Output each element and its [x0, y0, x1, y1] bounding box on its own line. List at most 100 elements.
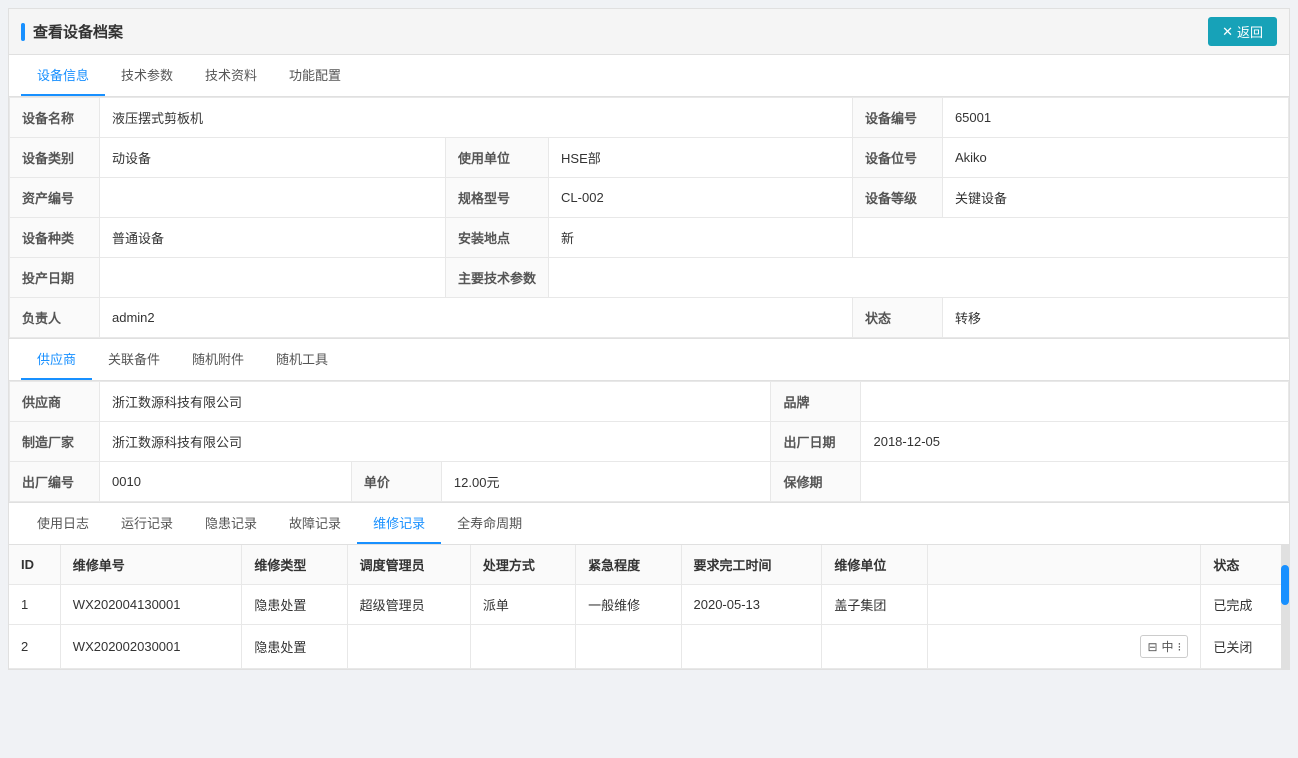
table-row: 出厂编号 0010 单价 12.00元 保修期 — [10, 462, 1289, 502]
table-row: 1 WX202004130001 隐患处置 超级管理员 派单 一般维修 2020… — [9, 585, 1289, 625]
tab-related-parts[interactable]: 关联备件 — [92, 339, 176, 380]
install-location-value: 新 — [549, 218, 853, 258]
row1-urgency: 一般维修 — [576, 585, 681, 625]
warranty-label: 保修期 — [771, 462, 861, 502]
use-unit-value: HSE部 — [549, 138, 853, 178]
device-pos-value: Akiko — [942, 138, 1288, 178]
device-code-value: 65001 — [942, 98, 1288, 138]
tab-func-config[interactable]: 功能配置 — [273, 55, 357, 96]
row1-status: 已完成 — [1201, 585, 1289, 625]
table-row: 设备种类 普通设备 安装地点 新 — [10, 218, 1289, 258]
main-tab-bar: 设备信息 技术参数 技术资料 功能配置 — [9, 55, 1289, 97]
col-order-no: 维修单号 — [60, 545, 242, 585]
tab-device-info[interactable]: 设备信息 — [21, 55, 105, 96]
device-kind-label: 设备种类 — [10, 218, 100, 258]
tech-params-value — [549, 258, 1289, 298]
exit-date-label: 出厂日期 — [771, 422, 861, 462]
row2-type: 隐患处置 — [242, 625, 347, 669]
tab-run-record[interactable]: 运行记录 — [105, 503, 189, 544]
supplier-tab-bar: 供应商 关联备件 随机附件 随机工具 — [9, 339, 1289, 381]
device-pos-label: 设备位号 — [852, 138, 942, 178]
page-container: 查看设备档案 ✕ 返回 设备信息 技术参数 技术资料 功能配置 设备名称 液压摆… — [8, 8, 1290, 670]
warranty-value — [861, 462, 1289, 502]
table-row: 2 WX202002030001 隐患处置 ⊟ 中 ⁝ — [9, 625, 1289, 669]
asset-code-value — [100, 178, 446, 218]
row2-id: 2 — [9, 625, 60, 669]
row1-manager: 超级管理员 — [347, 585, 470, 625]
asset-code-label: 资产编号 — [10, 178, 100, 218]
device-code-label: 设备编号 — [852, 98, 942, 138]
row2-urgency — [576, 625, 681, 669]
maker-label: 制造厂家 — [10, 422, 100, 462]
close-icon: ✕ — [1222, 24, 1233, 40]
row1-id: 1 — [9, 585, 60, 625]
supplier-section: 供应商 浙江数源科技有限公司 品牌 制造厂家 浙江数源科技有限公司 出厂日期 2… — [9, 381, 1289, 503]
row4-empty — [852, 218, 1288, 258]
col-manager: 调度管理员 — [347, 545, 470, 585]
table-header-row: ID 维修单号 维修类型 调度管理员 处理方式 紧急程度 要求完工时间 维修单位… — [9, 545, 1289, 585]
tab-fault-record[interactable]: 故障记录 — [273, 503, 357, 544]
col-id: ID — [9, 545, 60, 585]
lang-caret-icon: ⁝ — [1178, 640, 1182, 654]
col-urgency: 紧急程度 — [576, 545, 681, 585]
scrollbar-thumb[interactable] — [1281, 565, 1289, 605]
exit-date-value: 2018-12-05 — [861, 422, 1289, 462]
brand-value — [861, 382, 1289, 422]
row2-status: 已关闭 — [1201, 625, 1289, 669]
col-unit: 维修单位 — [822, 545, 927, 585]
row2-manager — [347, 625, 470, 669]
col-deadline: 要求完工时间 — [681, 545, 822, 585]
return-button[interactable]: ✕ 返回 — [1208, 17, 1277, 46]
row2-deadline — [681, 625, 822, 669]
unit-price-value: 12.00元 — [441, 462, 771, 502]
supplier-label: 供应商 — [10, 382, 100, 422]
spec-value: CL-002 — [549, 178, 853, 218]
col-method: 处理方式 — [470, 545, 575, 585]
person-value: admin2 — [100, 298, 853, 338]
use-unit-label: 使用单位 — [446, 138, 549, 178]
maintenance-table: ID 维修单号 维修类型 调度管理员 处理方式 紧急程度 要求完工时间 维修单位… — [9, 545, 1289, 669]
serial-value: 0010 — [100, 462, 352, 502]
status-value: 转移 — [942, 298, 1288, 338]
scrollbar[interactable] — [1281, 545, 1289, 669]
device-kind-value: 普通设备 — [100, 218, 446, 258]
device-grade-value: 关键设备 — [942, 178, 1288, 218]
language-switcher[interactable]: ⊟ 中 ⁝ — [1140, 635, 1188, 658]
row1-method: 派单 — [470, 585, 575, 625]
row2-lang-switcher: ⊟ 中 ⁝ — [927, 625, 1201, 669]
table-row: 设备名称 液压摆式剪板机 设备编号 65001 — [10, 98, 1289, 138]
tab-supplier[interactable]: 供应商 — [21, 339, 92, 380]
row2-order-no: WX202002030001 — [60, 625, 242, 669]
serial-label: 出厂编号 — [10, 462, 100, 502]
tab-tech-docs[interactable]: 技术资料 — [189, 55, 273, 96]
tab-tech-params[interactable]: 技术参数 — [105, 55, 189, 96]
tab-tools[interactable]: 随机工具 — [260, 339, 344, 380]
device-type-label: 设备类别 — [10, 138, 100, 178]
row2-method — [470, 625, 575, 669]
tab-maintenance[interactable]: 维修记录 — [357, 503, 441, 544]
table-row: 设备类别 动设备 使用单位 HSE部 设备位号 Akiko — [10, 138, 1289, 178]
tab-hidden-danger[interactable]: 隐患记录 — [189, 503, 273, 544]
supplier-value: 浙江数源科技有限公司 — [100, 382, 771, 422]
tab-usage-log[interactable]: 使用日志 — [21, 503, 105, 544]
production-date-label: 投产日期 — [10, 258, 100, 298]
tab-accessories[interactable]: 随机附件 — [176, 339, 260, 380]
tab-lifecycle[interactable]: 全寿命周期 — [441, 503, 538, 544]
row1-unit: 盖子集团 — [822, 585, 927, 625]
row1-type: 隐患处置 — [242, 585, 347, 625]
table-row: 供应商 浙江数源科技有限公司 品牌 — [10, 382, 1289, 422]
spec-label: 规格型号 — [446, 178, 549, 218]
supplier-info-table: 供应商 浙江数源科技有限公司 品牌 制造厂家 浙江数源科技有限公司 出厂日期 2… — [9, 381, 1289, 502]
title-text: 查看设备档案 — [33, 21, 123, 42]
row2-unit — [822, 625, 927, 669]
table-row: 负责人 admin2 状态 转移 — [10, 298, 1289, 338]
bottom-tab-bar: 使用日志 运行记录 隐患记录 故障记录 维修记录 全寿命周期 — [9, 503, 1289, 545]
brand-label: 品牌 — [771, 382, 861, 422]
status-label: 状态 — [852, 298, 942, 338]
lang-icon: ⊟ — [1147, 640, 1157, 654]
row1-empty — [927, 585, 1201, 625]
tech-params-label: 主要技术参数 — [446, 258, 549, 298]
col-status — [927, 545, 1201, 585]
row1-order-no: WX202004130001 — [60, 585, 242, 625]
page-header: 查看设备档案 ✕ 返回 — [9, 9, 1289, 55]
